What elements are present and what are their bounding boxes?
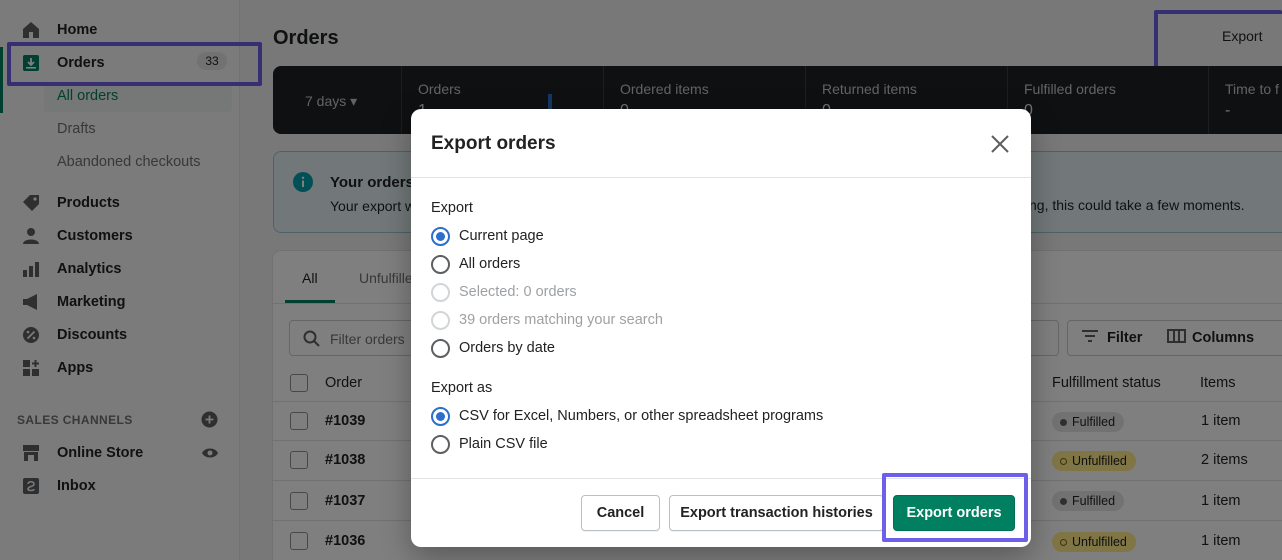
radio-label: Selected: 0 orders [459,284,577,300]
radio-label: Plain CSV file [459,436,548,452]
cancel-button[interactable]: Cancel [581,495,660,531]
export-as-group-label: Export as [431,380,493,396]
radio-button[interactable] [431,434,450,454]
radio-selected-orders: Selected: 0 orders [431,281,577,303]
radio-label: CSV for Excel, Numbers, or other spreads… [459,408,824,424]
radio-all-orders[interactable]: All orders [431,253,520,275]
radio-button [431,310,450,330]
radio-label: 39 orders matching your search [459,312,663,328]
radio-button[interactable] [431,254,450,274]
radio-button[interactable] [431,406,450,426]
radio-label: Current page [459,228,544,244]
radio-button[interactable] [431,226,450,246]
modal-title: Export orders [431,133,556,154]
radio-orders-by-date[interactable]: Orders by date [431,337,555,359]
export-group-label: Export [431,200,473,216]
radio-button [431,282,450,302]
radio-label: Orders by date [459,340,555,356]
radio-button[interactable] [431,338,450,358]
export-orders-highlight-box [882,473,1028,542]
export-transaction-histories-button[interactable]: Export transaction histories [669,495,884,531]
radio-label: All orders [459,256,521,272]
radio-current-page[interactable]: Current page [431,225,544,247]
radio-plain-csv[interactable]: Plain CSV file [431,433,548,455]
radio-csv-excel[interactable]: CSV for Excel, Numbers, or other spreads… [431,405,823,427]
close-icon[interactable] [989,133,1011,155]
modal-header-divider [411,177,1031,178]
radio-matching-search: 39 orders matching your search [431,309,663,331]
